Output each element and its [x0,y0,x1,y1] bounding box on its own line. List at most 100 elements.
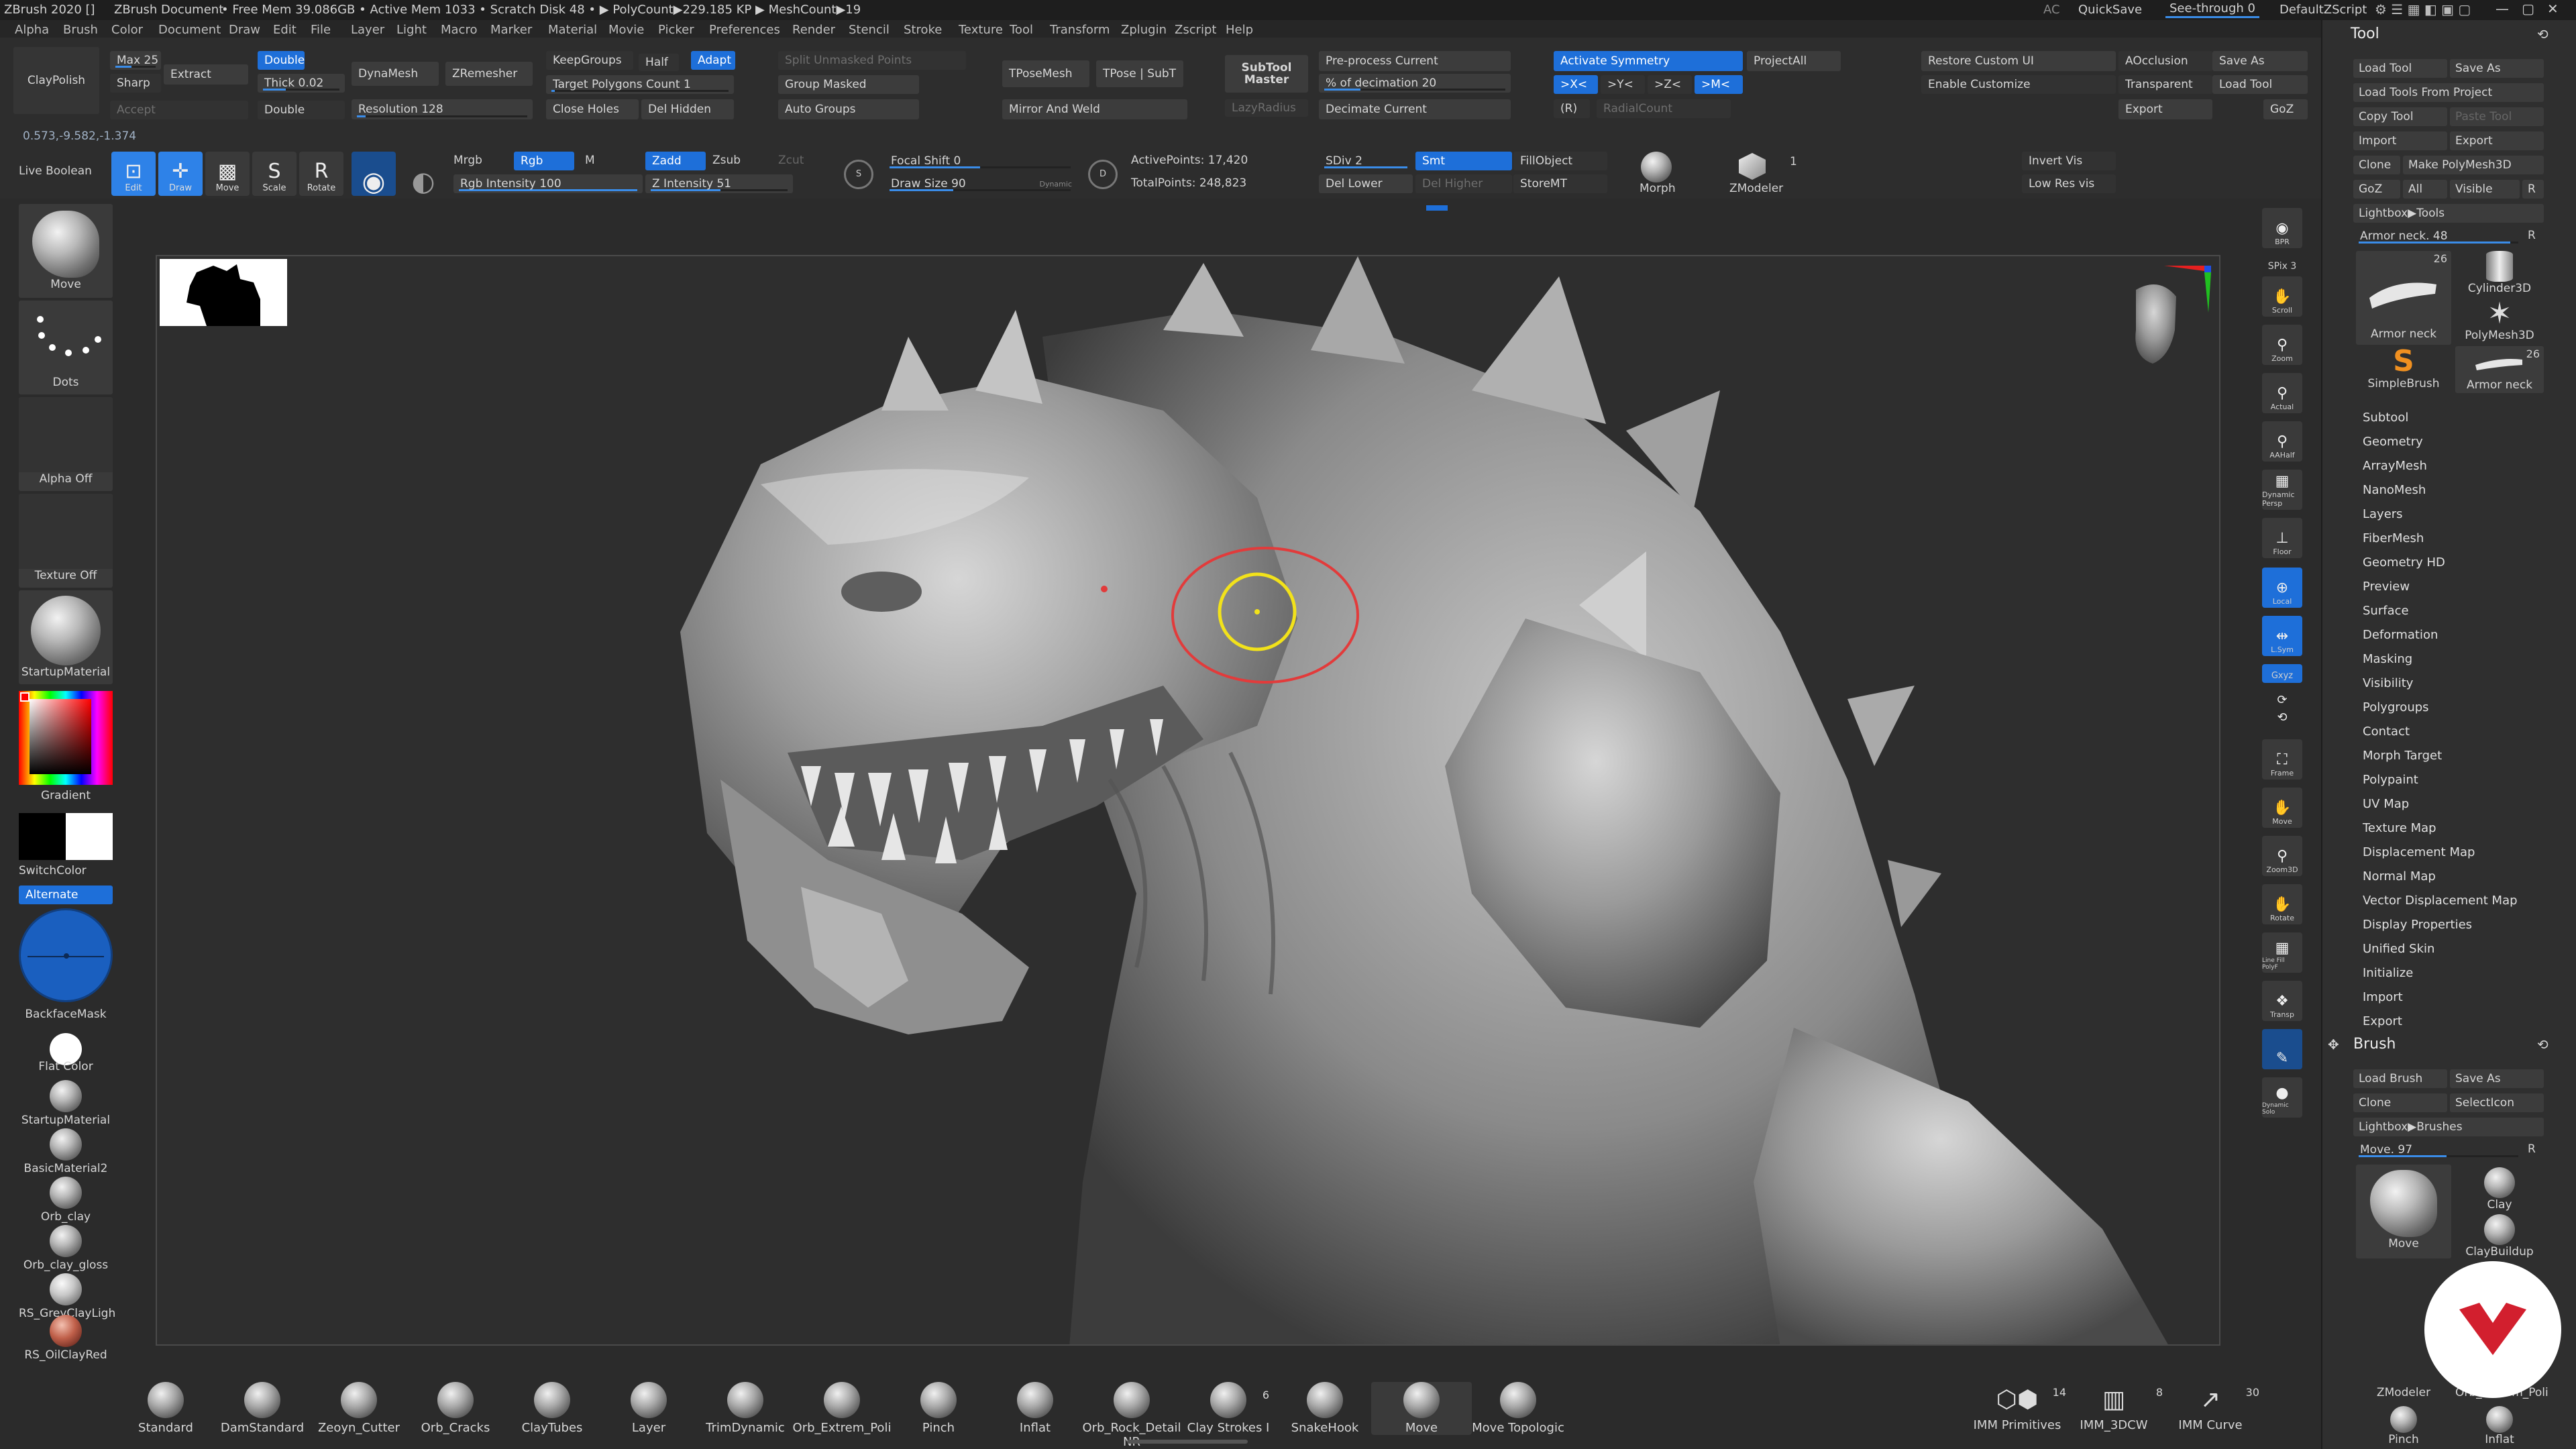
menu-macro[interactable]: Macro [441,23,490,37]
brush-zeoyn-cutter[interactable]: Zeoyn_Cutter [309,1382,409,1435]
secondary-color-swatch[interactable] [66,813,113,860]
subtool-master-button[interactable]: SubTool Master [1225,55,1308,93]
gizmo-button[interactable]: ◉ [352,152,396,196]
menu-movie[interactable]: Movie [608,23,658,37]
thick-slider[interactable]: Thick 0.02 [258,74,345,93]
invert-vis-button[interactable]: Invert Vis [2022,152,2116,170]
projectall-button[interactable]: ProjectAll [1747,51,1841,71]
split-unmasked-button[interactable]: Split Unmasked Points [778,51,966,70]
section-export[interactable]: Export [2363,1014,2402,1028]
tool-thumb-simplebrush[interactable]: S SimpleBrush [2356,346,2451,393]
section-masking[interactable]: Masking [2363,652,2412,666]
brush-orb-cracks[interactable]: Orb_Cracks [405,1382,506,1435]
nav-aahalf[interactable]: ⚲ AAHalf [2262,421,2302,462]
group-masked-button[interactable]: Group Masked [778,75,919,94]
draw-mode-button[interactable]: ✛ Draw [158,152,203,196]
tool-visible-button[interactable]: Visible [2450,180,2520,199]
tool-copy-button[interactable]: Copy Tool [2353,107,2447,126]
switchcolor-label[interactable]: SwitchColor [19,864,113,877]
menu-color[interactable]: Color [111,23,158,37]
section-layers[interactable]: Layers [2363,507,2403,521]
section-morph-target[interactable]: Morph Target [2363,749,2442,763]
tposemesh-button[interactable]: TPoseMesh [1002,60,1089,87]
transparent-button[interactable]: Transparent [2118,75,2212,94]
tpose-subt-button[interactable]: TPose | SubT [1096,60,1183,87]
zadd-toggle[interactable]: Zadd [645,152,706,170]
extract-button[interactable]: Extract [164,64,248,85]
focal-shift-slider[interactable]: Focal Shift 0 [884,152,1076,170]
del-hidden-button[interactable]: Del Hidden [641,99,734,119]
section-geometry[interactable]: Geometry [2363,435,2423,449]
nav-spix[interactable]: SPix 3 [2262,251,2302,274]
menu-marker[interactable]: Marker [490,23,548,37]
section-subtool[interactable]: Subtool [2363,411,2408,425]
menu-alpha[interactable]: Alpha [15,23,63,37]
tool-saveas-button[interactable]: Save As [2450,59,2544,78]
menu-tool[interactable]: Tool [1010,23,1050,37]
tool-load-project-button[interactable]: Load Tools From Project [2353,83,2544,102]
window-controls[interactable]: — ▢ ✕ [2496,1,2559,16]
del-higher-button[interactable]: Del Higher [1415,174,1512,193]
material-rs-oilclayred[interactable]: RS_OilClayRed [19,1315,113,1362]
nav-move[interactable]: ✋ Move [2262,788,2302,828]
section-import[interactable]: Import [2363,990,2403,1004]
symmetry-x-toggle[interactable]: >X< [1554,75,1598,94]
restore-custom-ui-button[interactable]: Restore Custom UI [1921,51,2116,71]
symmetry-m-toggle[interactable]: >M< [1695,75,1743,94]
smt-toggle[interactable]: Smt [1415,152,1512,170]
morph-sphere-icon[interactable] [1641,152,1672,182]
tool-thumb-polymesh3d[interactable]: ✶ PolyMesh3D [2455,299,2544,346]
live-boolean-toggle[interactable]: Live Boolean [19,164,92,178]
rotate-mode-button[interactable]: R Rotate [299,152,343,196]
nav-scroll[interactable]: ✋ Scroll [2262,276,2302,317]
menu-material[interactable]: Material [548,23,608,37]
section-initialize[interactable]: Initialize [2363,966,2413,980]
draw-size-slider[interactable]: Draw Size 90 Dynamic [884,174,1076,193]
imm-primitives[interactable]: ⬡⬢ IMM Primitives 14 [1967,1382,2068,1432]
radialcount-slider[interactable]: RadialCount [1597,99,1731,118]
low-res-vis-button[interactable]: Low Res vis [2022,174,2116,193]
material-selector[interactable]: StartupMaterial [19,590,113,684]
brush-inflat[interactable]: Inflat [985,1382,1085,1435]
edit-mode-button[interactable]: ⊡ Edit [111,152,156,196]
brush-standard[interactable]: Standard [115,1382,216,1435]
decimation-slider[interactable]: % of decimation 20 [1319,74,1511,93]
section-uv-map[interactable]: UV Map [2363,797,2409,811]
symmetry-y-toggle[interactable]: >Y< [1601,75,1645,94]
nav-solo[interactable]: ● Dynamic Solo [2262,1077,2302,1118]
tool-thumb-armor-neck[interactable]: 26 Armor neck [2356,251,2451,345]
brush-move-r[interactable]: R [2528,1142,2536,1157]
storemt-button[interactable]: StoreMT [1513,174,1607,193]
menu-help[interactable]: Help [1226,23,1266,37]
double-toggle-top[interactable]: Double [258,51,305,70]
zcut-toggle[interactable]: Zcut [778,153,804,168]
nav-transp[interactable]: ❖ Transp [2262,981,2302,1021]
switch-color-swatches[interactable] [19,813,113,860]
del-lower-button[interactable]: Del Lower [1319,174,1413,193]
armor-neck-r[interactable]: R [2528,228,2536,243]
z-intensity-slider[interactable]: Z Intensity 51 [645,174,793,193]
goz-button-shelf[interactable]: GoZ [2263,99,2308,119]
tool-load-button[interactable]: Load Tool [2353,59,2447,78]
nav-actual[interactable]: ⚲ Actual [2262,373,2302,413]
material-startup[interactable]: StartupMaterial [19,1080,113,1127]
section-displacement-map[interactable]: Displacement Map [2363,845,2475,859]
color-picker[interactable] [19,691,113,785]
brush-thumb-clay[interactable]: Clay [2455,1167,2544,1213]
brush-panel-move-icon[interactable]: ✥ [2328,1037,2339,1052]
brush-orb-rock-detail[interactable]: Orb_Rock_Detail NR [1081,1382,1182,1449]
nav-gxyz[interactable]: Gxyz [2262,664,2302,683]
symmetry-z-toggle[interactable]: >Z< [1648,75,1692,94]
flatcolor-label[interactable]: Flat Color [19,1060,113,1073]
auto-groups-button[interactable]: Auto Groups [778,99,919,119]
m-toggle[interactable]: M [585,153,595,168]
alpha-selector[interactable]: Alpha Off [19,397,113,491]
saveas-button-shelf[interactable]: Save As [2212,51,2308,71]
brush-thumb-pinch[interactable]: Pinch [2356,1406,2451,1449]
menu-stencil[interactable]: Stencil [849,23,904,37]
section-geometry-hd[interactable]: Geometry HD [2363,555,2445,570]
close-holes-button[interactable]: Close Holes [546,99,639,119]
tool-export-button[interactable]: Export [2450,131,2544,150]
brush-selector[interactable]: Move [19,204,113,298]
brush-pinch[interactable]: Pinch [888,1382,989,1435]
